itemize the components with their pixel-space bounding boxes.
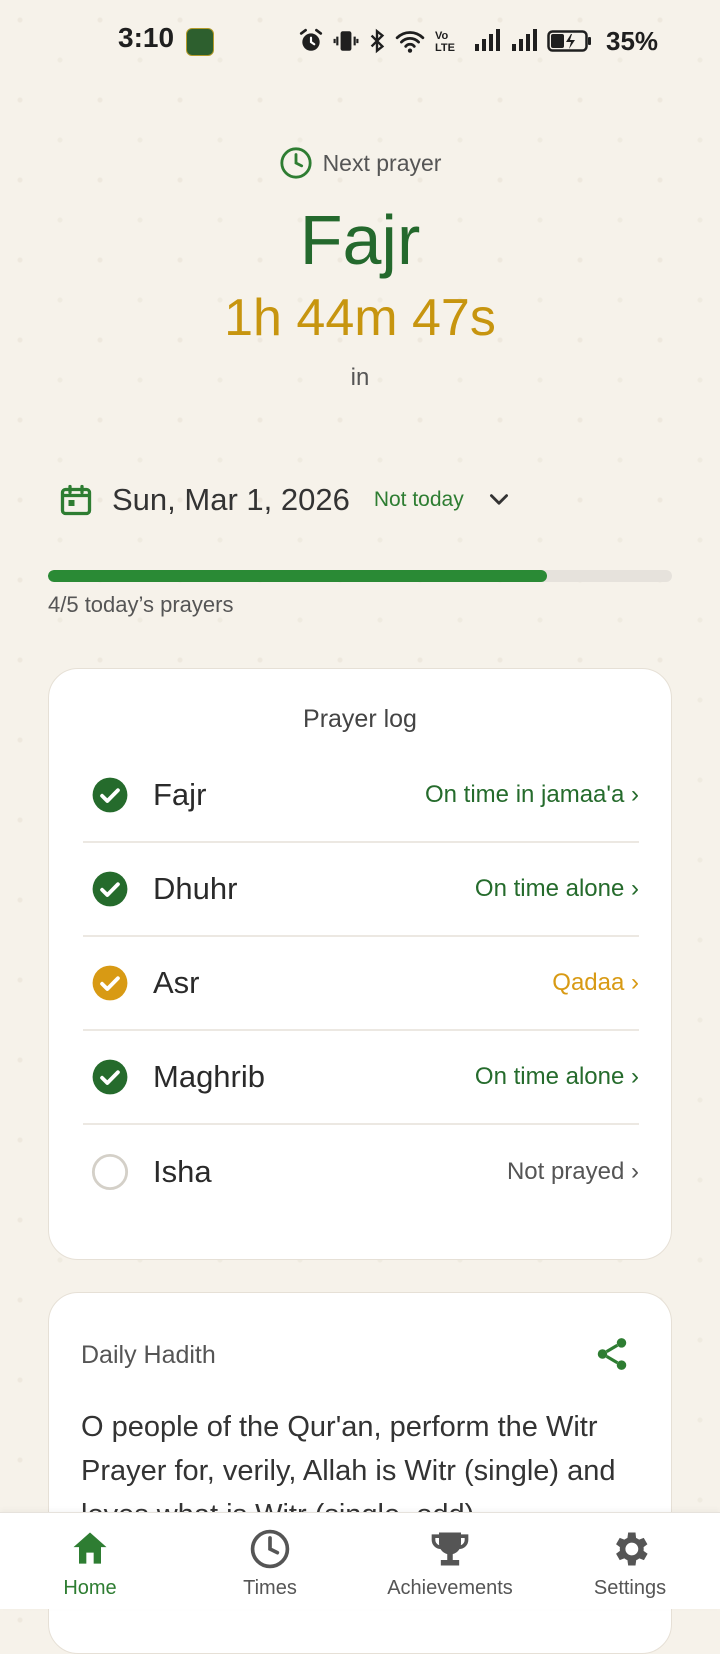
- prayer-name: Asr: [153, 965, 200, 1000]
- next-prayer-name: Fajr: [299, 201, 421, 279]
- share-icon[interactable]: [593, 1335, 631, 1373]
- clock-icon: [279, 147, 312, 179]
- status-check-icon[interactable]: [91, 776, 129, 814]
- progress-label: 4/5 today’s prayers: [48, 592, 234, 617]
- prayer-row[interactable]: Isha Not prayed ›: [83, 1125, 639, 1219]
- nav-achievements-label: Achievements: [387, 1577, 513, 1599]
- chevron-down-icon[interactable]: [486, 487, 512, 513]
- bluetooth-icon: [370, 28, 385, 54]
- prayer-row[interactable]: Dhuhr On time alone ›: [83, 843, 639, 937]
- nav-home-label: Home: [63, 1577, 117, 1599]
- prayer-row[interactable]: Fajr On time in jamaa'a ›: [83, 749, 639, 843]
- nav-times-label: Times: [243, 1577, 297, 1599]
- nav-home[interactable]: Home: [10, 1527, 170, 1600]
- prayer-row[interactable]: Maghrib On time alone ›: [83, 1031, 639, 1125]
- in-label: in: [350, 364, 370, 391]
- prayer-log-card: Prayer log Fajr On time in jamaa'a › Dhu…: [48, 668, 672, 1260]
- alarm-icon: [299, 28, 323, 51]
- not-today-badge: Not today: [373, 488, 464, 511]
- nav-achievements[interactable]: Achievements: [370, 1527, 530, 1600]
- nav-settings-label: Settings: [593, 1577, 667, 1599]
- next-prayer-header: Next prayer: [0, 146, 720, 180]
- prayer-name: Dhuhr: [153, 871, 238, 906]
- gear-icon: [616, 1532, 648, 1566]
- progress-fill: [48, 570, 548, 582]
- home-icon: [73, 1532, 107, 1564]
- hadith-title: Daily Hadith: [81, 1341, 216, 1369]
- next-prayer-label: Next prayer: [322, 149, 442, 176]
- signal-icon-2: [512, 29, 537, 51]
- svg-text:LTE: LTE: [435, 42, 455, 54]
- prayer-row[interactable]: Asr Qadaa ›: [83, 937, 639, 1031]
- nav-times[interactable]: Times: [190, 1527, 350, 1600]
- prayer-log-list: Fajr On time in jamaa'a › Dhuhr On time …: [83, 749, 639, 1219]
- calendar-icon: [60, 484, 92, 516]
- prayer-name: Isha: [153, 1154, 212, 1189]
- status-check-icon[interactable]: [91, 870, 129, 908]
- wifi-icon: [395, 31, 425, 53]
- prayers-progress-bar: [48, 570, 672, 582]
- app-notification-icon: [186, 28, 214, 56]
- vibrate-icon: [333, 31, 359, 51]
- prayer-status[interactable]: On time in jamaa'a ›: [425, 781, 639, 809]
- nav-settings[interactable]: Settings: [550, 1527, 710, 1600]
- status-check-icon[interactable]: [91, 1058, 129, 1096]
- countdown-timer: 1h 44m 47s: [224, 289, 496, 347]
- prayer-name: Fajr: [153, 777, 207, 812]
- status-icons: Vo LTE 35%: [298, 24, 658, 58]
- prayer-status[interactable]: On time alone ›: [475, 875, 639, 903]
- prayer-status[interactable]: On time alone ›: [475, 1063, 639, 1091]
- clock-icon: [250, 1529, 290, 1569]
- battery-icon: [547, 30, 591, 52]
- prayer-name: Maghrib: [153, 1059, 265, 1094]
- signal-icon: [475, 29, 500, 51]
- date-selector[interactable]: Sun, Mar 1, 2026 Not today: [58, 476, 512, 524]
- status-bar: 3:10 Vo LTE 35%: [0, 0, 720, 84]
- status-empty-circle-icon[interactable]: [91, 1153, 129, 1191]
- date-text: Sun, Mar 1, 2026: [112, 482, 350, 517]
- volte-icon: VoLTE: [435, 30, 455, 54]
- trophy-icon: [431, 1532, 469, 1566]
- battery-percentage: 35%: [606, 25, 659, 56]
- status-check-icon[interactable]: [91, 964, 129, 1002]
- prayer-log-title: Prayer log: [303, 705, 417, 733]
- bottom-navigation: Home Times Achievements Settings: [0, 1512, 720, 1609]
- svg-text:Vo: Vo: [435, 30, 449, 42]
- prayer-status[interactable]: Qadaa ›: [552, 969, 639, 997]
- status-time: 3:10: [118, 22, 175, 53]
- prayer-status[interactable]: Not prayed ›: [507, 1158, 639, 1186]
